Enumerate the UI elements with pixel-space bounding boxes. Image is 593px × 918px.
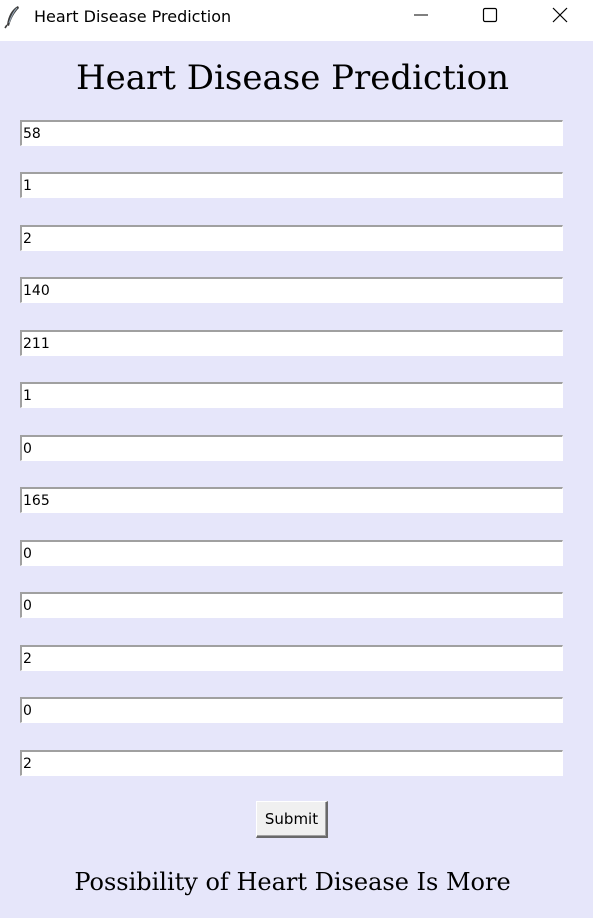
input-field-6[interactable]	[20, 382, 563, 408]
input-field-1[interactable]	[20, 120, 563, 146]
close-button[interactable]	[526, 0, 593, 34]
input-field-3[interactable]	[20, 225, 563, 251]
input-field-12[interactable]	[20, 697, 563, 723]
prediction-result: Possibility of Heart Disease Is More	[74, 868, 511, 896]
maximize-icon	[482, 7, 498, 27]
submit-button[interactable]: Submit	[256, 801, 328, 838]
input-field-11[interactable]	[20, 645, 563, 671]
maximize-button[interactable]	[456, 0, 524, 34]
minimize-button[interactable]	[387, 0, 455, 34]
title-bar: Heart Disease Prediction	[0, 0, 593, 41]
page-title: Heart Disease Prediction	[76, 58, 509, 98]
input-field-9[interactable]	[20, 540, 563, 566]
feather-icon	[4, 5, 22, 29]
window-title: Heart Disease Prediction	[34, 7, 232, 26]
input-field-2[interactable]	[20, 172, 563, 198]
input-field-5[interactable]	[20, 330, 563, 356]
input-field-4[interactable]	[20, 277, 563, 303]
minimize-icon	[413, 7, 429, 27]
input-field-7[interactable]	[20, 435, 563, 461]
input-field-8[interactable]	[20, 487, 563, 513]
input-field-13[interactable]	[20, 750, 563, 776]
close-icon	[552, 7, 568, 27]
input-field-10[interactable]	[20, 592, 563, 618]
